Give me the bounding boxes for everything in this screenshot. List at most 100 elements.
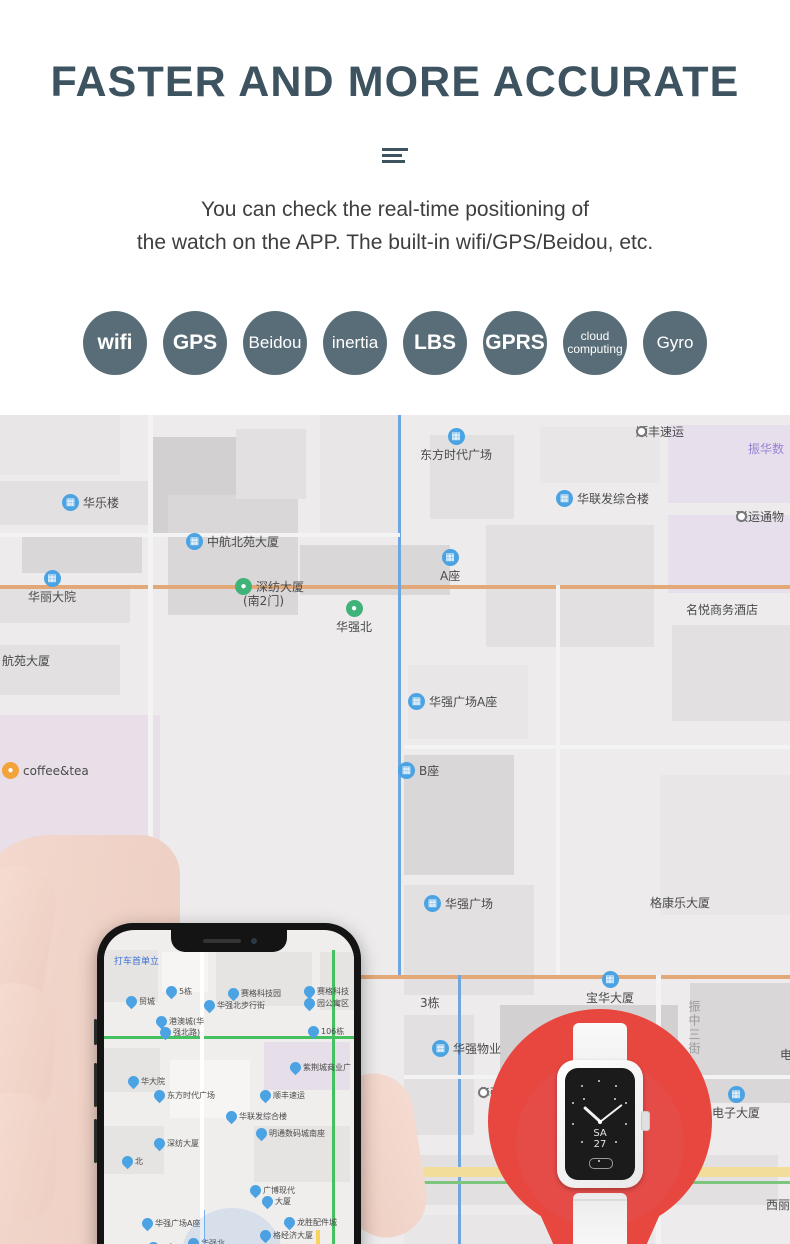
map-poi-text: 西丽 (766, 1198, 790, 1212)
map-poi-label[interactable]: 振华数 (748, 440, 784, 457)
map-poi-label[interactable]: ▦ 电子大厦 (712, 1086, 760, 1121)
phone-poi-text: 东方时代广场 (167, 1091, 215, 1100)
tech-pill-gps[interactable]: GPS (163, 311, 227, 375)
phone-poi-label[interactable]: 广博现代 (247, 1182, 295, 1199)
tech-pill-inertia[interactable]: inertia (323, 311, 387, 375)
map-pin-icon (151, 1135, 168, 1152)
phone-promo-banner[interactable]: 打车首单立 (114, 954, 159, 967)
map-poi-label[interactable]: 电 (780, 1046, 790, 1063)
tech-pill-label: cloud computing (567, 329, 623, 356)
map-poi-text: (南2门) (243, 594, 284, 608)
map-poi-label[interactable]: ▦ A座 (440, 549, 460, 584)
watch-face[interactable]: SA 27 (565, 1068, 635, 1180)
building-icon: ▦ (432, 1040, 449, 1057)
map-pin-marker[interactable]: SA 27 (488, 1009, 712, 1244)
phone-poi-label[interactable]: 北 (119, 1153, 143, 1170)
smartphone[interactable]: 打车首单立 5栋 赛格科技园 赛格科技 园公寓区 贸城港澳城(华 强北路) 华强北步行街 10… (94, 923, 361, 1244)
tech-pill-label: LBS (414, 330, 456, 354)
phone-poi-text: 华强北步行街 (217, 1001, 265, 1010)
map-poi-label[interactable]: 名悦商务酒店 (686, 601, 758, 618)
phone-poi-label[interactable]: 明通数码城南座 (253, 1125, 325, 1142)
phone-mute-switch[interactable] (94, 1019, 97, 1045)
tech-pill-row: wifi GPS Beidou inertia LBS GPRS cloud computi… (0, 303, 790, 383)
phone-poi-label[interactable]: 大厦 (259, 1193, 291, 1210)
map-pin-icon (151, 1087, 168, 1104)
map-road-rail-2 (458, 975, 461, 1244)
phone-poi-label[interactable]: 顺丰速运 (257, 1087, 305, 1104)
map-pin-icon (287, 1059, 304, 1076)
map-poi-label[interactable]: ● 华强北 (336, 600, 372, 635)
map-poi-text: 华强广场A座 (429, 695, 498, 709)
watch-home-button[interactable] (589, 1158, 613, 1169)
building-icon: ▦ (447, 428, 465, 445)
phone-screen[interactable]: 打车首单立 5栋 赛格科技园 赛格科技 园公寓区 贸城港澳城(华 强北路) 华强北步行街 10… (104, 930, 354, 1244)
tech-pill-gyro[interactable]: Gyro (643, 311, 707, 375)
phone-poi-label[interactable]: 园公寓区 (301, 995, 349, 1012)
divider-line-2 (382, 154, 402, 157)
map-poi-label[interactable]: ▦ 华强广场A座 (408, 693, 497, 710)
map-poi-text: 电子大厦 (712, 1106, 761, 1120)
watch-weekday: SA (593, 1128, 607, 1139)
map-poi-text: 格康乐大厦 (650, 896, 711, 910)
hero-section: FASTER AND MORE ACCURATE You can check t… (0, 0, 790, 415)
smartwatch[interactable]: SA 27 (551, 1023, 650, 1244)
map-pin-icon (253, 1125, 270, 1142)
tech-pill-cloud-computing[interactable]: cloud computing (563, 311, 627, 375)
watch-day: 27 (593, 1139, 607, 1150)
phone-poi-label[interactable]: 华强北步行街 (201, 997, 265, 1014)
phone-poi-text: 顺丰速运 (273, 1091, 305, 1100)
divider-line-3 (382, 160, 405, 163)
map-poi-text: 3栋 (420, 996, 440, 1010)
phone-poi-label[interactable]: 5栋 (163, 983, 192, 1000)
tech-pill-lbs[interactable]: LBS (403, 311, 467, 375)
map-zone-purple-2 (668, 515, 790, 593)
map-poi-label[interactable]: 顺丰速运 (636, 423, 684, 440)
map-poi-label[interactable]: ▦ 中航北苑大厦 (186, 533, 279, 550)
phone-poi-label[interactable]: 港澳城(华 (153, 1013, 205, 1030)
map-poi-text: B座 (419, 764, 440, 778)
phone-poi-label[interactable]: 深纺大厦 (151, 1135, 199, 1152)
phone-poi-label[interactable]: 龙胜配件城 (281, 1214, 337, 1231)
map-poi-label[interactable]: ▦ 华丽大院 (28, 570, 76, 605)
hero-subtitle-line-2: the watch on the APP. The built-in wifi/… (136, 231, 654, 254)
map-poi-label[interactable]: 3栋 (420, 994, 440, 1011)
map-poi-label[interactable]: ▦ 宝华大厦 (586, 971, 634, 1006)
map-poi-label[interactable]: ▦ 华联发综合楼 (556, 490, 649, 507)
map-poi-label[interactable]: 航苑大厦 (2, 652, 50, 669)
map-area[interactable]: ▦ 华乐楼 ▦ 中航北苑大厦 ▦ 华丽大院 ● 深纺大厦 (南2门) 航苑大厦 ▦ 东方时代广场 顺丰速… (0, 415, 790, 1244)
watch-crown-button[interactable] (641, 1111, 650, 1131)
map-poi-label[interactable]: 格康乐大厦 (650, 894, 710, 911)
phone-poi-label[interactable]: 贸城 (123, 993, 155, 1010)
phone-poi-label[interactable]: 华联发综合楼 (223, 1108, 287, 1125)
map-poi-label[interactable]: ▦ 华乐楼 (62, 494, 119, 511)
phone-poi-label[interactable]: 华大院 (125, 1073, 165, 1090)
phone-poi-text: 大厦 (275, 1197, 291, 1206)
map-poi-label[interactable]: ▦ 华强广场 (424, 895, 493, 912)
tech-pill-wifi[interactable]: wifi (83, 311, 147, 375)
building-icon: ▦ (727, 1086, 745, 1103)
phone-volume-down-button[interactable] (94, 1119, 97, 1163)
phone-volume-up-button[interactable] (94, 1063, 97, 1107)
phone-poi-label[interactable]: 106栋 (305, 1023, 344, 1040)
phone-poi-label[interactable]: 赛格科技园 (225, 985, 281, 1002)
map-poi-text: 华丽大院 (28, 590, 77, 604)
tech-pill-beidou[interactable]: Beidou (243, 311, 307, 375)
map-poi-label[interactable]: 西丽 (766, 1196, 790, 1213)
phone-poi-label[interactable]: 东方时代广场 (151, 1087, 215, 1104)
building-icon: ▦ (424, 895, 441, 912)
phone-poi-label[interactable]: 赛格科技 (301, 983, 349, 1000)
hero-subtitle-line-1: You can check the real-time positioning … (201, 198, 589, 221)
map-poi-label[interactable]: 联运通物 (736, 508, 784, 525)
map-poi-label[interactable]: ▦ B座 (398, 762, 439, 779)
map-road-major-1 (0, 585, 790, 589)
map-poi-text: 华乐楼 (83, 496, 120, 510)
map-poi-label[interactable]: ▦ 东方时代广场 (420, 428, 492, 463)
tech-pill-gprs[interactable]: GPRS (483, 311, 547, 375)
phone-poi-label[interactable]: 紫荆城商业广 (287, 1059, 351, 1076)
phone-poi-text: 港澳城(华 (169, 1017, 205, 1026)
map-pin-icon (163, 983, 180, 1000)
map-poi-text: 航苑大厦 (2, 654, 51, 668)
map-poi-text: 振华数 (748, 442, 785, 456)
map-poi-label[interactable]: (南2门) (243, 592, 284, 609)
phone-poi-label[interactable]: 强北路) (157, 1024, 200, 1041)
